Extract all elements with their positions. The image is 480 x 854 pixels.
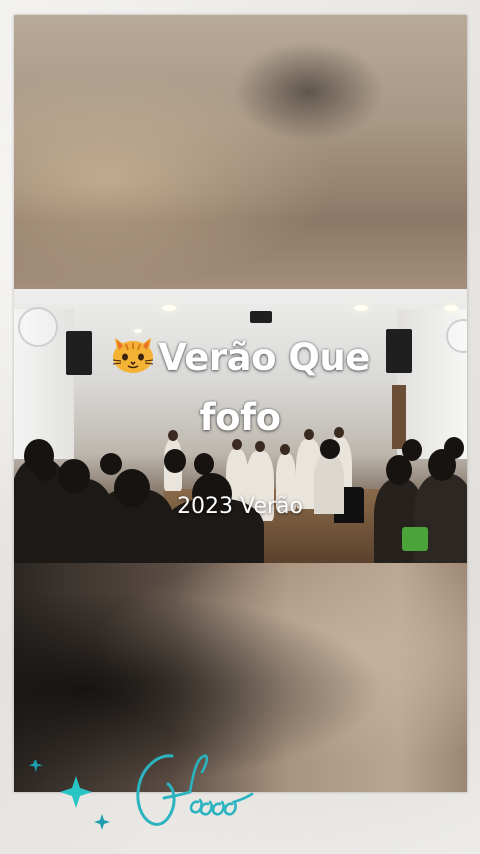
subtitle: 2023 Verão [177,494,303,519]
title-line-1: Verão Que [0,334,480,379]
ceiling-light [354,305,368,311]
ceiling-light [444,305,458,311]
title-line-2: fofo [0,396,480,439]
audience-head [320,439,340,459]
blurred-background-top [14,15,467,289]
audience-head [194,453,214,475]
script-lettering [136,754,254,826]
title-text-line-2: fofo [199,396,281,439]
audience-head [100,453,122,475]
ceiling-light [162,305,176,311]
audience-head [58,459,90,493]
audience-head [34,457,56,481]
title-text-line-1: Verão Que [158,336,370,379]
cat-face-icon [110,334,156,374]
dancer-head [280,444,290,455]
dancer-head [255,441,265,452]
audience-head [444,437,464,459]
projector [250,311,272,323]
audience-member [34,519,144,563]
audience-head [164,449,186,473]
dancer-head [232,439,242,450]
sparkle-icon [28,760,110,830]
ceiling-light [134,329,142,333]
audience-head [402,439,422,461]
green-bag [402,527,428,551]
